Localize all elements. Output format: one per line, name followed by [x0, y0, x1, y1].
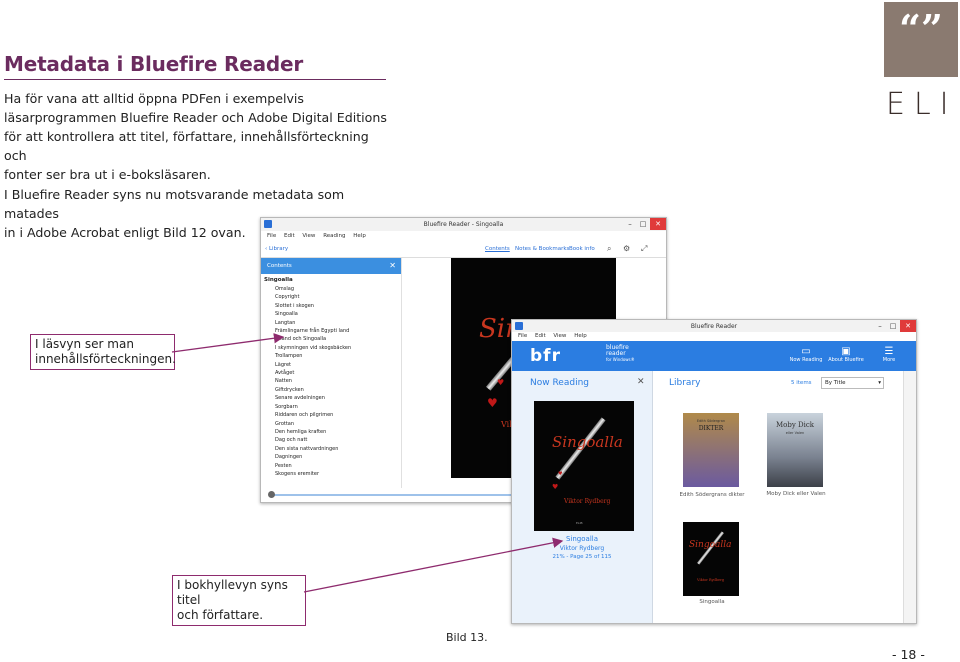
arrow-to-shelf [303, 537, 564, 593]
figure-caption: Bild 13. [446, 631, 488, 644]
arrow-to-toc [171, 333, 285, 353]
page-number: - 18 - [892, 647, 925, 662]
callout-arrows [171, 333, 564, 593]
